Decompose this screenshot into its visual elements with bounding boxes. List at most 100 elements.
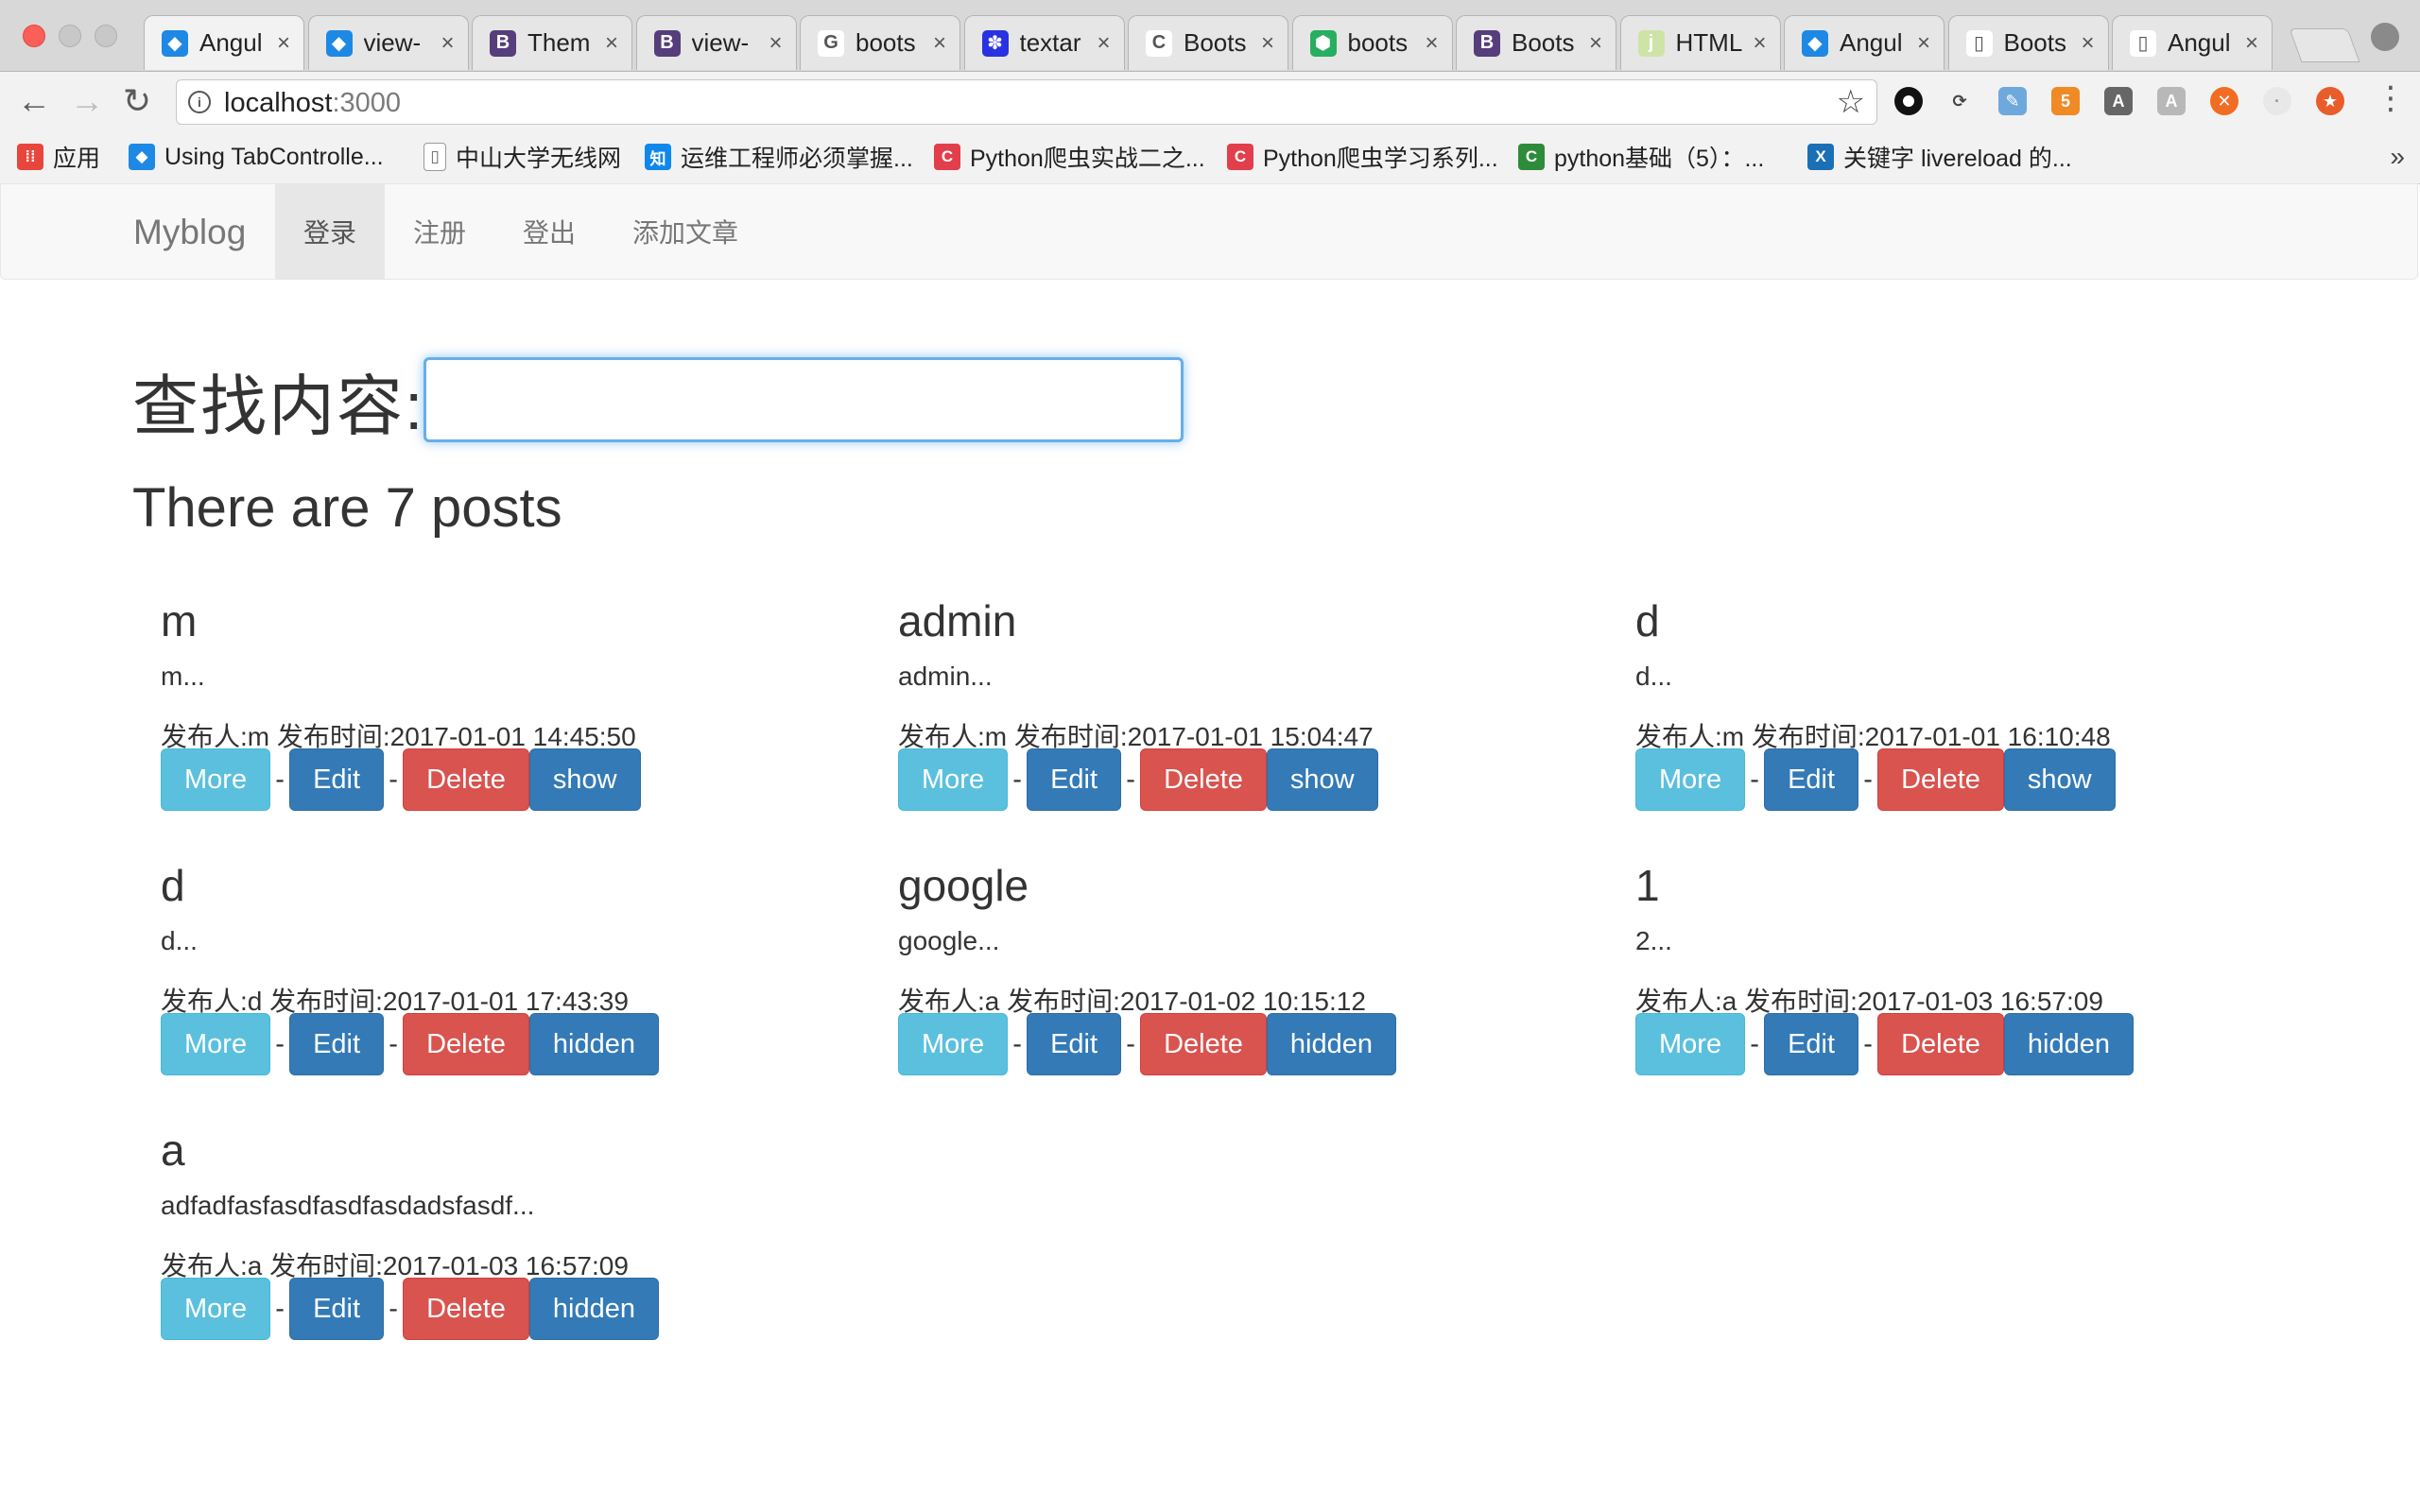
tab-close-icon[interactable]: ×: [2245, 30, 2258, 57]
minimize-window-button[interactable]: [59, 25, 81, 47]
browser-tab[interactable]: C Boots ×: [1128, 15, 1288, 70]
bookmark-star-icon[interactable]: ☆: [1837, 83, 1865, 121]
extension-circle-icon[interactable]: [1894, 87, 1923, 115]
visibility-toggle-button[interactable]: hidden: [528, 1278, 659, 1340]
page-icon: ▯: [1965, 29, 1993, 57]
extension-code-icon[interactable]: ·: [2263, 87, 2291, 115]
bookmark-item[interactable]: ⁞⁞ 应用: [17, 142, 100, 172]
visibility-toggle-button[interactable]: hidden: [2003, 1013, 2134, 1075]
browser-tab[interactable]: ◆ Angul ×: [1784, 15, 1945, 70]
tab-close-icon[interactable]: ×: [1425, 30, 1438, 57]
bookmark-item[interactable]: C Python爬虫实战二之...: [934, 142, 1205, 172]
tab-close-icon[interactable]: ×: [1917, 30, 1930, 57]
tab-close-icon[interactable]: ×: [277, 30, 290, 57]
more-button[interactable]: More: [161, 1013, 271, 1075]
extension-translate-icon[interactable]: ✎: [1998, 87, 2027, 115]
back-button[interactable]: ←: [17, 81, 51, 121]
edit-button[interactable]: Edit: [1027, 1013, 1122, 1075]
address-bar[interactable]: i localhost:3000 ☆: [176, 79, 1877, 125]
visibility-toggle-button[interactable]: show: [528, 748, 641, 811]
extension-orange-icon[interactable]: ✕: [2210, 87, 2238, 115]
tab-title: Angul: [2168, 28, 2231, 57]
visibility-toggle-button[interactable]: hidden: [528, 1013, 659, 1075]
bookmark-item[interactable]: ▯ 中山大学无线网: [424, 142, 621, 172]
nav-item[interactable]: 注册: [385, 184, 494, 279]
nav-item[interactable]: 登出: [494, 184, 604, 279]
browser-tab[interactable]: Bview- ×: [635, 15, 797, 70]
browser-tab[interactable]: ▯ Boots ×: [1947, 15, 2109, 70]
search-input[interactable]: [424, 357, 1184, 442]
close-window-button[interactable]: [23, 25, 45, 47]
delete-button[interactable]: Delete: [403, 1278, 529, 1340]
browser-tab[interactable]: B Them ×: [472, 15, 632, 70]
delete-button[interactable]: Delete: [403, 1013, 529, 1075]
extension-gift-icon[interactable]: ★: [2316, 87, 2344, 115]
tab-close-icon[interactable]: ×: [769, 30, 782, 57]
separator: -: [389, 1293, 398, 1324]
site-info-icon[interactable]: i: [188, 91, 211, 113]
more-button[interactable]: More: [1635, 1013, 1746, 1075]
edit-button[interactable]: Edit: [1764, 748, 1859, 811]
edit-button[interactable]: Edit: [1764, 1013, 1859, 1075]
browser-tab[interactable]: B Boots ×: [1456, 15, 1616, 70]
bookmark-item[interactable]: Cpython基础（5）：...: [1518, 142, 1764, 172]
more-button[interactable]: More: [898, 1013, 1009, 1075]
tab-close-icon[interactable]: ×: [441, 30, 454, 57]
tab-close-icon[interactable]: ×: [933, 30, 946, 57]
post-excerpt: 2...: [1635, 926, 1672, 955]
visibility-toggle-button[interactable]: show: [2003, 748, 2116, 811]
tab-close-icon[interactable]: ×: [1753, 30, 1766, 57]
browser-tab[interactable]: ◆ view- ×: [307, 15, 469, 70]
nav-item[interactable]: 添加文章: [604, 184, 767, 279]
edit-button[interactable]: Edit: [289, 748, 385, 811]
more-button[interactable]: More: [1635, 748, 1746, 811]
extension-angular-gray-icon[interactable]: A: [2157, 87, 2186, 115]
tab-close-icon[interactable]: ×: [1261, 30, 1274, 57]
url-text: localhost:3000: [224, 88, 402, 118]
edit-button[interactable]: Edit: [1027, 748, 1122, 811]
bookmark-item[interactable]: C Python爬虫学习系列...: [1227, 142, 1498, 172]
tab-close-icon[interactable]: ×: [1097, 30, 1110, 57]
forward-button[interactable]: →: [70, 81, 104, 121]
browser-tab[interactable]: ⬢ boots ×: [1291, 15, 1453, 70]
browser-tab[interactable]: ✽ textar ×: [963, 15, 1125, 70]
browser-tab[interactable]: j HTML ×: [1619, 15, 1781, 70]
bookmark-item[interactable]: ◆ Using TabControlle...: [129, 142, 384, 172]
visibility-toggle-button[interactable]: show: [1266, 748, 1378, 811]
tab-close-icon[interactable]: ×: [2081, 30, 2094, 57]
delete-button[interactable]: Delete: [1877, 748, 2004, 811]
profile-avatar-icon[interactable]: [2371, 23, 2399, 51]
search-label: 查找内容:: [132, 369, 425, 443]
delete-button[interactable]: Delete: [403, 748, 529, 811]
edit-button[interactable]: Edit: [289, 1013, 385, 1075]
extension-sync-icon[interactable]: ⟳: [1945, 87, 1974, 115]
delete-button[interactable]: Delete: [1140, 1013, 1267, 1075]
new-tab-button[interactable]: [2289, 28, 2360, 62]
browser-tab[interactable]: ▯ Angul ×: [2112, 15, 2273, 70]
browser-menu-icon[interactable]: ⋮: [2375, 79, 2407, 117]
post-excerpt: m...: [161, 662, 205, 691]
more-button[interactable]: More: [161, 1278, 271, 1340]
browser-tab[interactable]: Gboots ×: [800, 15, 960, 70]
post-excerpt: google...: [898, 926, 1000, 955]
nav-item[interactable]: 登录: [275, 184, 386, 279]
tab-close-icon[interactable]: ×: [605, 30, 618, 57]
zoom-window-button[interactable]: [95, 25, 117, 47]
navbar-brand[interactable]: Myblog: [133, 213, 246, 252]
reload-button[interactable]: ↻: [123, 81, 151, 121]
extension-html5-icon[interactable]: 5: [2051, 87, 2080, 115]
edit-button[interactable]: Edit: [289, 1278, 385, 1340]
delete-button[interactable]: Delete: [1877, 1013, 2004, 1075]
separator: -: [389, 764, 398, 795]
post-actions: More - Edit - Delete hidden: [161, 1013, 659, 1075]
bookmark-item[interactable]: X 关键字 livereload 的...: [1807, 142, 2072, 172]
bookmarks-overflow-button[interactable]: »: [2390, 142, 2405, 172]
extension-angular-icon[interactable]: A: [2104, 87, 2133, 115]
more-button[interactable]: More: [161, 748, 271, 811]
bookmark-item[interactable]: 知运维工程师必须掌握...: [645, 142, 913, 172]
visibility-toggle-button[interactable]: hidden: [1266, 1013, 1396, 1075]
delete-button[interactable]: Delete: [1140, 748, 1267, 811]
tab-close-icon[interactable]: ×: [1589, 30, 1602, 57]
more-button[interactable]: More: [898, 748, 1009, 811]
browser-tab[interactable]: ◆ Angul ×: [144, 15, 304, 70]
